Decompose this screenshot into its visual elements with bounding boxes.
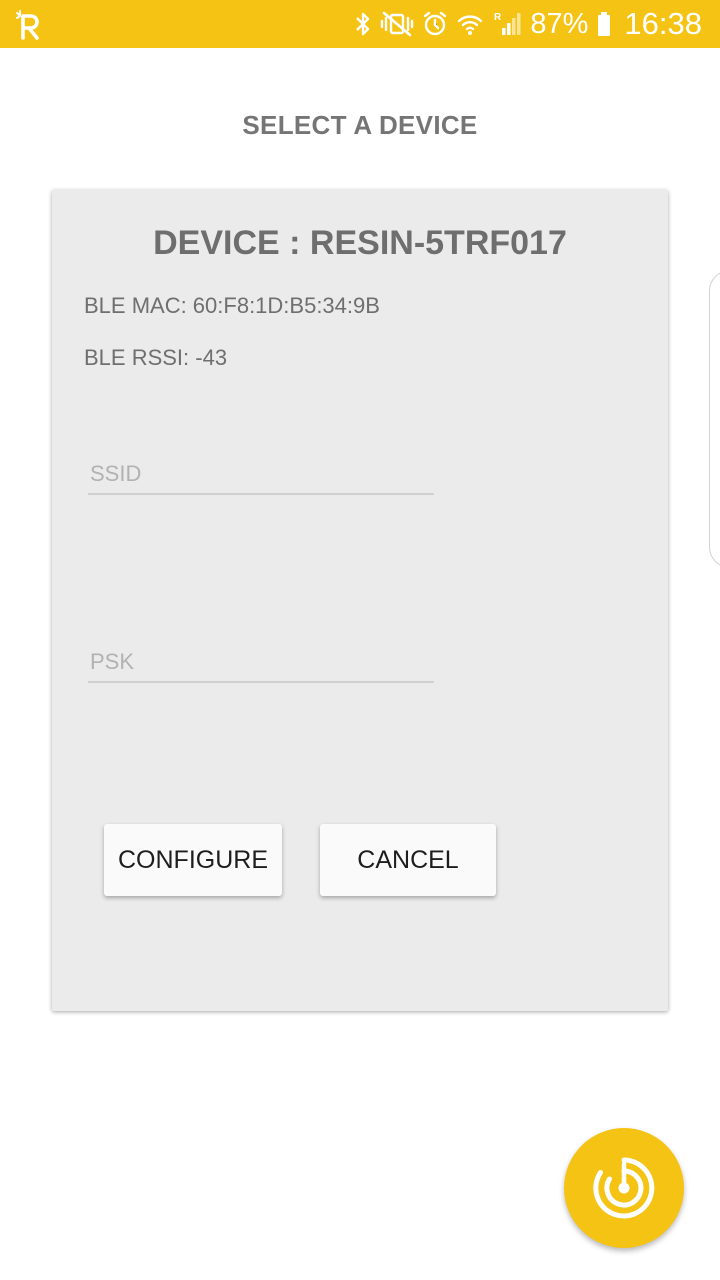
scan-fab[interactable] [564, 1128, 684, 1248]
svg-text:R: R [494, 12, 502, 23]
status-icons: R 87% 16:38 [354, 0, 702, 48]
vibrate-mute-icon [381, 11, 414, 37]
device-title: DEVICE : RESIN-5TRF017 [153, 224, 567, 262]
ble-mac-label: BLE MAC: 60:F8:1D:B5:34:9B [84, 293, 380, 318]
alarm-icon [424, 11, 447, 36]
bluetooth-icon [356, 12, 370, 36]
page-title: SELECT A DEVICE [242, 110, 478, 140]
resin-r-logo-icon [16, 10, 39, 40]
clock: 16:38 [624, 6, 702, 41]
configure-button[interactable]: CONFIGURE [104, 824, 282, 896]
ssid-input[interactable] [88, 455, 434, 495]
battery-icon [598, 12, 611, 36]
status-bar: R 87% 16:38 [0, 0, 720, 48]
side-drawer-edge[interactable] [709, 270, 720, 568]
wifi-icon [458, 15, 483, 35]
radar-scan-icon [593, 1157, 655, 1219]
battery-percent: 87% [530, 8, 589, 40]
cancel-button[interactable]: CANCEL [320, 824, 496, 896]
ble-rssi-label: BLE RSSI: -43 [84, 345, 228, 370]
cell-signal-roaming-icon: R [494, 12, 521, 35]
psk-input[interactable] [88, 643, 434, 683]
